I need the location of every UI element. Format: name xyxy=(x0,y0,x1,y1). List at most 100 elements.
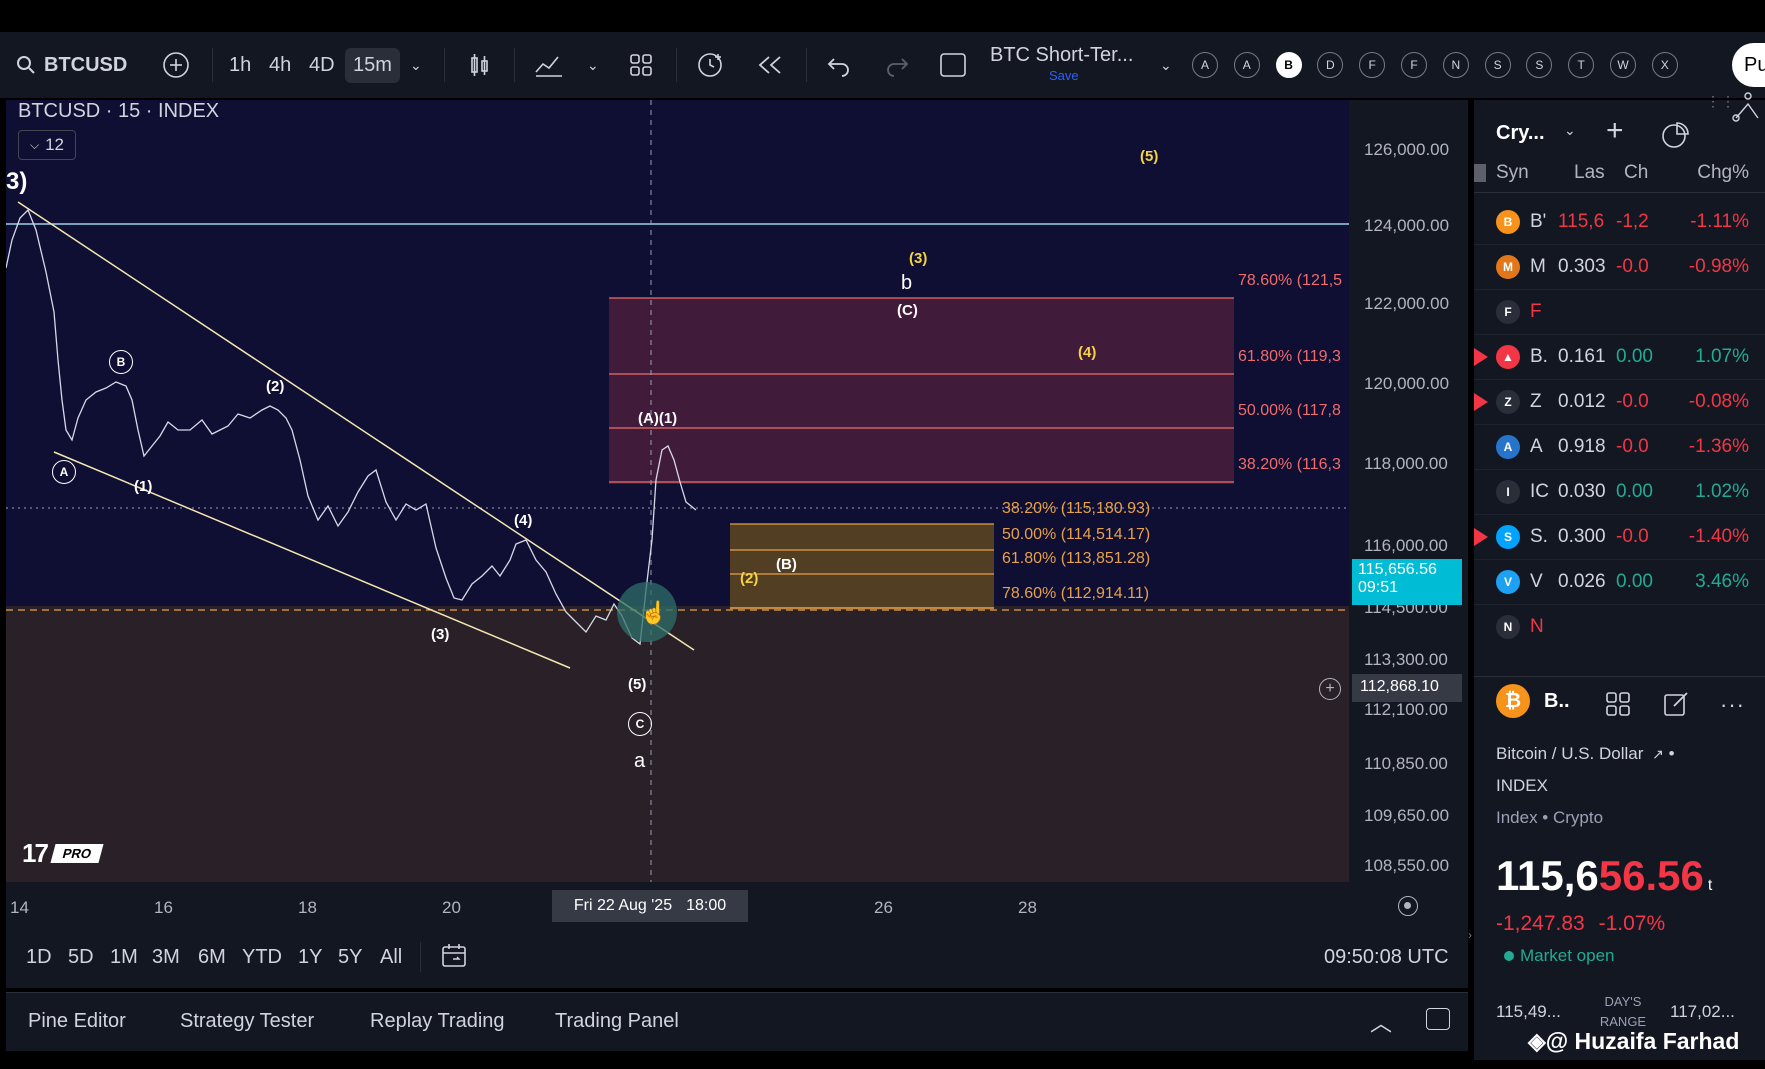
redo-icon[interactable] xyxy=(884,32,910,98)
watchlist-row[interactable]: V V 0.026 0.00 3.46% xyxy=(1474,560,1765,605)
col-change[interactable]: Ch xyxy=(1624,162,1648,184)
bottom-tab-replay-trading[interactable]: Replay Trading xyxy=(370,1010,505,1033)
range-3m[interactable]: 3M xyxy=(152,946,180,969)
red-flag-icon[interactable] xyxy=(1474,528,1488,546)
favorite-letter-10[interactable]: W xyxy=(1610,52,1636,78)
wl-symbol: S. xyxy=(1530,526,1548,547)
favorite-letter-6[interactable]: N xyxy=(1442,52,1469,78)
layout-name[interactable]: BTC Short-Ter... xyxy=(990,44,1133,67)
interval-15m[interactable]: 15m xyxy=(345,47,400,83)
favorite-letter-0[interactable]: A xyxy=(1192,52,1218,78)
range-1d[interactable]: 1D xyxy=(26,946,52,969)
interval-1h[interactable]: 1h xyxy=(229,32,251,98)
alert-clock-icon[interactable] xyxy=(696,32,726,98)
symbol-search[interactable]: BTCUSD xyxy=(16,32,127,98)
replay-icon[interactable] xyxy=(756,32,784,98)
more-options-icon[interactable]: ··· xyxy=(1720,692,1745,718)
col-change-pct[interactable]: Chg% xyxy=(1697,162,1749,184)
watchlist-row[interactable]: NN xyxy=(1474,605,1765,645)
watchlist-title[interactable]: Cry... xyxy=(1496,122,1545,145)
indicators-icon[interactable] xyxy=(534,32,564,98)
watchlist-row[interactable]: S S. 0.300 -0.0 -1.40% xyxy=(1474,515,1765,560)
fib-upper-618-label: 61.80% (119,3 xyxy=(1238,348,1341,365)
interval-4d[interactable]: 4D xyxy=(309,32,335,98)
price-tick: 113,300.00 xyxy=(1364,650,1448,669)
edit-note-icon[interactable] xyxy=(1662,690,1690,723)
indicators-chevron-down-icon[interactable]: ⌄ xyxy=(587,32,599,98)
add-symbol-plus-icon[interactable]: + xyxy=(1606,116,1624,146)
wl-last: 0.303 xyxy=(1558,256,1606,277)
bottom-tab-pine-editor[interactable]: Pine Editor xyxy=(28,1010,126,1033)
axis-settings-icon[interactable] xyxy=(1398,896,1418,916)
favorite-letter-8[interactable]: S xyxy=(1526,52,1553,78)
compare-add-button[interactable] xyxy=(162,32,190,98)
symbol-label: BTCUSD xyxy=(44,53,128,76)
red-flag-icon[interactable] xyxy=(1474,348,1488,366)
favorite-letter-2[interactable]: B xyxy=(1275,52,1302,78)
favorite-letter-3[interactable]: D xyxy=(1317,52,1344,78)
interval-chevron-down-icon[interactable]: ⌄ xyxy=(410,32,422,98)
search-icon xyxy=(17,56,35,74)
watchlist-row[interactable]: M M 0.303 -0.0 -0.98% xyxy=(1474,245,1765,290)
save-status[interactable]: Save xyxy=(1049,68,1079,83)
favorite-letter-9[interactable]: T xyxy=(1568,52,1595,78)
favorite-letter-7[interactable]: S xyxy=(1484,52,1511,78)
fib-box-lower[interactable] xyxy=(730,524,994,610)
watchlist-row[interactable]: I IC 0.030 0.00 1.02% xyxy=(1474,470,1765,515)
watchlist-row[interactable]: ▲ B. 0.161 0.00 1.07% xyxy=(1474,335,1765,380)
favorite-letter-1[interactable]: A xyxy=(1233,52,1260,78)
utc-clock[interactable]: 09:50:08 UTC xyxy=(1324,946,1449,969)
wedge-upper-line[interactable] xyxy=(17,201,695,651)
indicators-toggle[interactable]: ⌵ 12 xyxy=(18,130,76,160)
undo-icon[interactable] xyxy=(826,32,852,98)
fib-box-upper[interactable] xyxy=(609,298,1234,484)
wave-label-4: (4) xyxy=(514,512,533,529)
wl-last: 115,6 xyxy=(1558,211,1605,232)
range-1y[interactable]: 1Y xyxy=(298,946,322,969)
col-symbol[interactable]: Syn xyxy=(1496,162,1529,184)
status-dot-icon xyxy=(1504,951,1514,961)
grid-view-icon[interactable] xyxy=(1604,690,1632,723)
range-1m[interactable]: 1M xyxy=(110,946,138,969)
collapse-chevron-up-icon[interactable]: ︿ xyxy=(1370,1006,1392,1038)
range-all[interactable]: All xyxy=(380,946,402,969)
detail-full-name[interactable]: Bitcoin / U.S. Dollar ↗ • xyxy=(1496,744,1675,764)
maximize-panel-icon[interactable] xyxy=(1426,1008,1450,1030)
watchlist-row[interactable]: FF xyxy=(1474,290,1765,335)
range-5y[interactable]: 5Y xyxy=(338,946,362,969)
favorite-letter-4[interactable]: F xyxy=(1359,52,1386,78)
coin-logo-icon: ▲ xyxy=(1496,345,1520,369)
watchlist-row[interactable]: Z Z 0.012 -0.0 -0.08% xyxy=(1474,380,1765,425)
drawing-tool-icon[interactable] xyxy=(1732,90,1762,129)
watchlist-row[interactable]: A A 0.918 -0.0 -1.36% xyxy=(1474,425,1765,470)
bottom-tab-strategy-tester[interactable]: Strategy Tester xyxy=(180,1010,314,1033)
wave-label-c-circle: C xyxy=(628,712,652,736)
col-last[interactable]: Las xyxy=(1574,162,1605,184)
pie-chart-icon[interactable] xyxy=(1660,120,1690,155)
range-6m[interactable]: 6M xyxy=(198,946,226,969)
price-tick: 112,100.00 xyxy=(1364,700,1448,719)
watchlist-chevron-down-icon[interactable]: ⌄ xyxy=(1564,122,1576,139)
wave-label-b-paren: (B) xyxy=(776,556,797,573)
publish-button[interactable]: Pu xyxy=(1732,43,1765,87)
chart-canvas[interactable]: BTCUSD · 15 · INDEX ⌵ 12 3) (5) (3) b (C… xyxy=(6,100,1349,882)
favorite-letter-5[interactable]: F xyxy=(1401,52,1427,78)
layout-checkbox-icon[interactable] xyxy=(938,32,968,98)
favorite-letter-11[interactable]: X xyxy=(1651,52,1678,78)
goto-date-icon[interactable] xyxy=(440,942,470,975)
candles-icon[interactable] xyxy=(466,32,492,98)
watchlist-row[interactable]: B B' 115,6 -1,2 -1.11% xyxy=(1474,200,1765,245)
range-5d[interactable]: 5D xyxy=(68,946,94,969)
detail-short-name[interactable]: B.. xyxy=(1544,690,1570,713)
add-alert-plus-icon[interactable]: + xyxy=(1319,678,1341,700)
bottom-tab-trading-panel[interactable]: Trading Panel xyxy=(555,1010,679,1033)
layout-grid-icon[interactable] xyxy=(628,32,654,98)
layout-chevron-down-icon[interactable]: ⌄ xyxy=(1160,32,1172,98)
red-flag-icon[interactable] xyxy=(1474,393,1488,411)
interval-4h[interactable]: 4h xyxy=(269,32,291,98)
fib-upper-382-label: 38.20% (116,3 xyxy=(1238,456,1341,473)
range-ytd[interactable]: YTD xyxy=(242,946,282,969)
wave-label-2: (2) xyxy=(266,378,285,395)
wl-change-pct: -0.98% xyxy=(1688,256,1749,277)
external-link-icon[interactable]: ↗ xyxy=(1652,746,1664,762)
